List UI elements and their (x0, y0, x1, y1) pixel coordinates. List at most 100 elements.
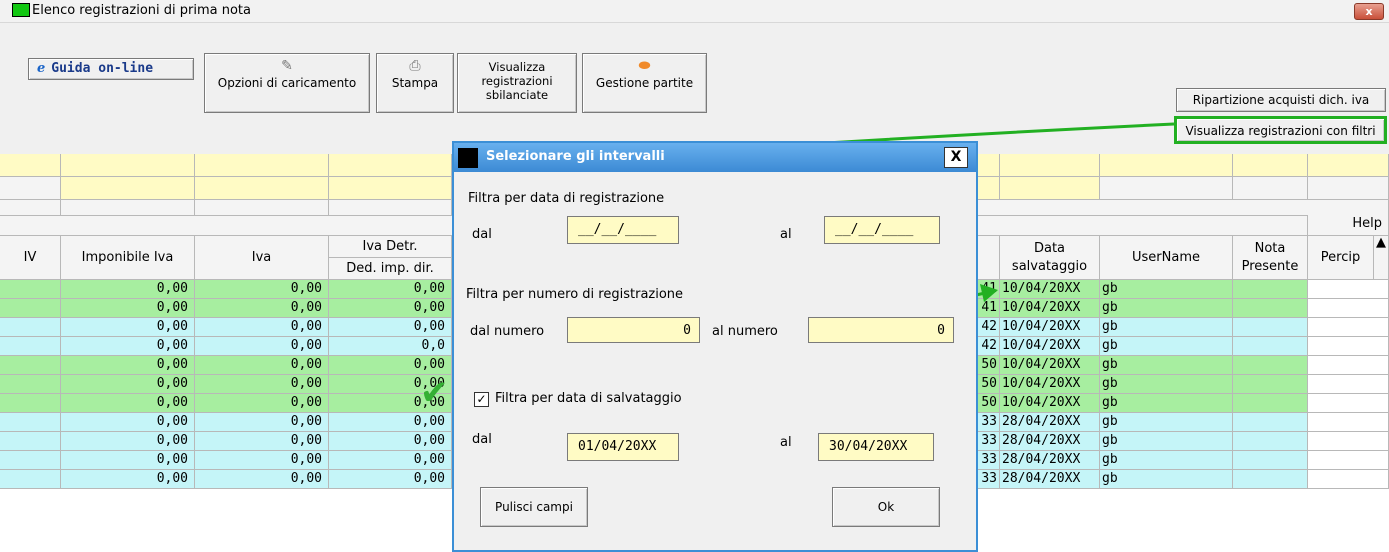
save-date-cell[interactable]: 28/04/20XX (1000, 432, 1100, 451)
reg-number-cell[interactable]: 41 (978, 299, 1000, 318)
percip-cell[interactable] (1308, 470, 1389, 489)
filter-cell[interactable] (195, 177, 329, 200)
filter-cell[interactable] (329, 177, 452, 200)
iva-cell[interactable]: 0,00 (195, 470, 329, 489)
imponibile-cell[interactable]: 0,00 (61, 375, 195, 394)
reg-number-cell[interactable]: 42 (978, 318, 1000, 337)
unbalanced-entries-button[interactable]: Visualizza registrazioni sbilanciate (457, 53, 577, 113)
iv-cell[interactable] (0, 280, 61, 299)
save-date-cell[interactable]: 28/04/20XX (1000, 413, 1100, 432)
filter-cell[interactable] (195, 154, 329, 177)
percip-cell[interactable] (1308, 356, 1389, 375)
save-date-cell[interactable]: 10/04/20XX (1000, 394, 1100, 413)
col-header-ded-imp[interactable]: Ded. imp. dir. (329, 258, 452, 280)
iva-cell[interactable]: 0,00 (195, 356, 329, 375)
username-cell[interactable]: gb (1100, 394, 1233, 413)
window-close-button[interactable]: x (1354, 3, 1384, 20)
col-header-username[interactable]: UserName (1100, 236, 1233, 280)
col-header-imponibile[interactable]: Imponibile Iva (61, 236, 195, 280)
reg-number-cell[interactable]: 50 (978, 394, 1000, 413)
iv-cell[interactable] (0, 413, 61, 432)
ded-imp-cell[interactable]: 0,00 (329, 470, 452, 489)
save-date-to-input[interactable]: 30/04/20XX (818, 433, 934, 461)
iv-cell[interactable] (0, 356, 61, 375)
iv-cell[interactable] (0, 394, 61, 413)
nota-cell[interactable] (1233, 280, 1308, 299)
nota-cell[interactable] (1233, 394, 1308, 413)
iva-cell[interactable]: 0,00 (195, 451, 329, 470)
ded-imp-cell[interactable]: 0,00 (329, 375, 452, 394)
imponibile-cell[interactable]: 0,00 (61, 451, 195, 470)
reg-number-cell[interactable]: 33 (978, 413, 1000, 432)
ded-imp-cell[interactable]: 0,00 (329, 432, 452, 451)
username-cell[interactable]: gb (1100, 375, 1233, 394)
registration-number-to-input[interactable]: 0 (808, 317, 954, 343)
nota-cell[interactable] (1233, 299, 1308, 318)
scroll-up-icon[interactable]: ▲ (1374, 236, 1389, 280)
save-date-cell[interactable]: 10/04/20XX (1000, 356, 1100, 375)
filter-cell[interactable] (978, 177, 1000, 200)
username-cell[interactable]: gb (1100, 356, 1233, 375)
registration-date-to-input[interactable]: __/__/____ (824, 216, 940, 244)
username-cell[interactable]: gb (1100, 451, 1233, 470)
percip-cell[interactable] (1308, 394, 1389, 413)
reg-number-cell[interactable]: 42 (978, 337, 1000, 356)
imponibile-cell[interactable]: 0,00 (61, 337, 195, 356)
save-date-checkbox[interactable]: ✓ (474, 392, 489, 407)
reg-number-cell[interactable]: 50 (978, 375, 1000, 394)
ded-imp-cell[interactable]: 0,00 (329, 299, 452, 318)
nota-cell[interactable] (1233, 337, 1308, 356)
ded-imp-cell[interactable]: 0,00 (329, 413, 452, 432)
reg-number-cell[interactable]: 50 (978, 356, 1000, 375)
nota-cell[interactable] (1233, 432, 1308, 451)
iv-cell[interactable] (0, 451, 61, 470)
clear-fields-button[interactable]: Pulisci campi (480, 487, 588, 527)
save-date-cell[interactable]: 10/04/20XX (1000, 280, 1100, 299)
iva-cell[interactable]: 0,00 (195, 432, 329, 451)
ded-imp-cell[interactable]: 0,00 (329, 394, 452, 413)
save-date-from-input[interactable]: 01/04/20XX (567, 433, 679, 461)
percip-cell[interactable] (1308, 451, 1389, 470)
percip-cell[interactable] (1308, 299, 1389, 318)
iva-cell[interactable]: 0,00 (195, 394, 329, 413)
ok-button[interactable]: Ok (832, 487, 940, 527)
save-date-cell[interactable]: 28/04/20XX (1000, 451, 1100, 470)
username-cell[interactable]: gb (1100, 299, 1233, 318)
col-header-reg[interactable] (978, 236, 1000, 280)
purchase-allocation-button[interactable]: Ripartizione acquisti dich. iva (1176, 88, 1386, 112)
iva-cell[interactable]: 0,00 (195, 375, 329, 394)
filter-cell[interactable] (329, 154, 452, 177)
save-date-cell[interactable]: 28/04/20XX (1000, 470, 1100, 489)
username-cell[interactable]: gb (1100, 432, 1233, 451)
filter-cell[interactable] (61, 154, 195, 177)
nota-cell[interactable] (1233, 470, 1308, 489)
imponibile-cell[interactable]: 0,00 (61, 356, 195, 375)
save-date-cell[interactable]: 10/04/20XX (1000, 337, 1100, 356)
iva-cell[interactable]: 0,00 (195, 299, 329, 318)
imponibile-cell[interactable]: 0,00 (61, 280, 195, 299)
iv-cell[interactable] (0, 375, 61, 394)
load-options-button[interactable]: ✎ Opzioni di caricamento (204, 53, 370, 113)
iva-cell[interactable]: 0,00 (195, 318, 329, 337)
col-header-nota[interactable]: Nota Presente (1233, 236, 1308, 280)
username-cell[interactable]: gb (1100, 318, 1233, 337)
registration-date-from-input[interactable]: __/__/____ (567, 216, 679, 244)
ded-imp-cell[interactable]: 0,0 (329, 337, 452, 356)
col-header-iva[interactable]: Iva (195, 236, 329, 280)
iv-cell[interactable] (0, 470, 61, 489)
iv-cell[interactable] (0, 337, 61, 356)
percip-cell[interactable] (1308, 432, 1389, 451)
filter-cell[interactable] (1000, 177, 1100, 200)
iva-cell[interactable]: 0,00 (195, 413, 329, 432)
percip-cell[interactable] (1308, 280, 1389, 299)
imponibile-cell[interactable]: 0,00 (61, 470, 195, 489)
reg-number-cell[interactable]: 41 (978, 280, 1000, 299)
help-button[interactable]: Help (1308, 214, 1389, 236)
ded-imp-cell[interactable]: 0,00 (329, 318, 452, 337)
nota-cell[interactable] (1233, 375, 1308, 394)
save-date-cell[interactable]: 10/04/20XX (1000, 299, 1100, 318)
save-date-cell[interactable]: 10/04/20XX (1000, 318, 1100, 337)
filter-cell[interactable] (1000, 154, 1100, 177)
username-cell[interactable]: gb (1100, 337, 1233, 356)
nota-cell[interactable] (1233, 413, 1308, 432)
